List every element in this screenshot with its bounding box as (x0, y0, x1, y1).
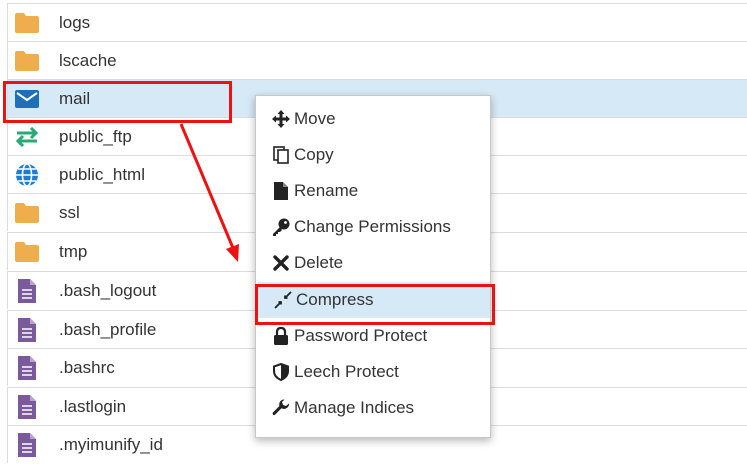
annotation-arrow (179, 123, 239, 262)
